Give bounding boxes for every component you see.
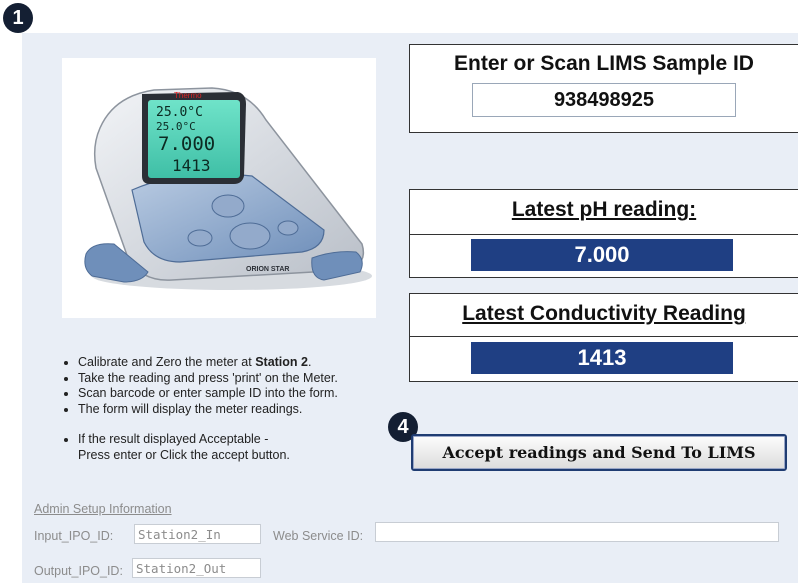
- ph-reading-title: Latest pH reading:: [410, 198, 798, 222]
- output-ipo-field[interactable]: Station2_Out: [132, 558, 261, 578]
- ph-meter-image: Thermo 25.0°C 25.0°C 7.000 1413 ORION ST…: [62, 58, 376, 318]
- output-ipo-label: Output_IPO_ID:: [34, 564, 123, 578]
- conductivity-title-text: Latest Conductivity Reading: [462, 302, 746, 325]
- input-ipo-field[interactable]: Station2_In: [134, 524, 261, 544]
- ph-divider: [410, 234, 798, 235]
- instruction-text-end: .: [307, 355, 312, 369]
- ph-reading-title-text: Latest pH reading:: [511, 198, 697, 221]
- step-1-badge: 1: [3, 3, 33, 33]
- input-ipo-label: Input_IPO_ID:: [34, 529, 114, 543]
- instruction-item: Calibrate and Zero the meter at Station …: [78, 355, 338, 371]
- lcd-line-1: 25.0°C: [156, 105, 203, 120]
- station-name: Station 2: [255, 355, 308, 369]
- conductivity-value: 1413: [471, 342, 733, 374]
- instruction-item: The form will display the meter readings…: [78, 402, 338, 418]
- admin-setup-link[interactable]: Admin Setup Information: [34, 502, 172, 516]
- instruction-item: Scan barcode or enter sample ID into the…: [78, 386, 338, 402]
- conductivity-title: Latest Conductivity Reading: [410, 302, 798, 326]
- instruction-list: Calibrate and Zero the meter at Station …: [62, 355, 338, 417]
- lcd-line-3: 7.000: [158, 133, 215, 155]
- conductivity-box: Latest Conductivity Reading 1413: [409, 293, 798, 382]
- lcd-line-2: 25.0°C: [156, 120, 196, 133]
- instructions: Calibrate and Zero the meter at Station …: [62, 355, 338, 463]
- sample-id-title: Enter or Scan LIMS Sample ID: [454, 52, 754, 75]
- ph-reading-box: Latest pH reading: 7.000: [409, 189, 798, 278]
- meter-illustration: Thermo 25.0°C 25.0°C 7.000 1413 ORION ST…: [84, 87, 372, 290]
- web-service-field[interactable]: [375, 522, 779, 542]
- instruction-text: Press enter or Click the accept button.: [78, 447, 290, 462]
- instruction-list-accept: If the result displayed Acceptable -Pres…: [62, 432, 338, 463]
- sample-id-input[interactable]: 938498925: [472, 83, 736, 117]
- lcd-line-4: 1413: [172, 156, 211, 175]
- conductivity-divider: [410, 336, 798, 337]
- sample-id-box: Enter or Scan LIMS Sample ID 938498925: [409, 44, 798, 133]
- brand-text: Thermo: [174, 91, 202, 100]
- instruction-text: Calibrate and Zero the meter at: [78, 355, 256, 369]
- instruction-item: Take the reading and press 'print' on th…: [78, 371, 338, 387]
- accept-send-button[interactable]: Accept readings and Send To LIMS: [411, 434, 787, 471]
- ph-value: 7.000: [471, 239, 733, 271]
- instruction-text: If the result displayed Acceptable -: [78, 432, 269, 446]
- product-logo-text: ORION STAR: [246, 266, 289, 273]
- instruction-item: If the result displayed Acceptable -Pres…: [78, 432, 338, 463]
- web-service-label: Web Service ID:: [273, 529, 364, 543]
